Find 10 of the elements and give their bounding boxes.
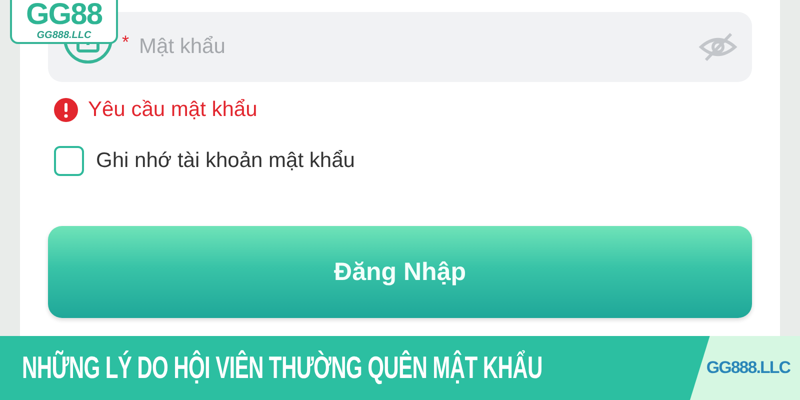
remember-label: Ghi nhớ tài khoản mật khẩu — [96, 149, 355, 173]
headline: NHỮNG LÝ DO HỘI VIÊN THƯỜNG QUÊN MẬT KHẨU — [22, 350, 542, 386]
login-button[interactable]: Đăng Nhập — [48, 226, 752, 318]
password-input[interactable]: Mật khẩu — [137, 34, 690, 60]
required-mark: * — [122, 32, 130, 53]
error-icon — [54, 98, 78, 122]
eye-slash-icon[interactable] — [698, 32, 738, 62]
site-name: GG888.LLC — [706, 358, 790, 378]
remember-checkbox[interactable] — [54, 146, 84, 176]
error-message: Yêu cầu mật khẩu — [88, 98, 258, 122]
